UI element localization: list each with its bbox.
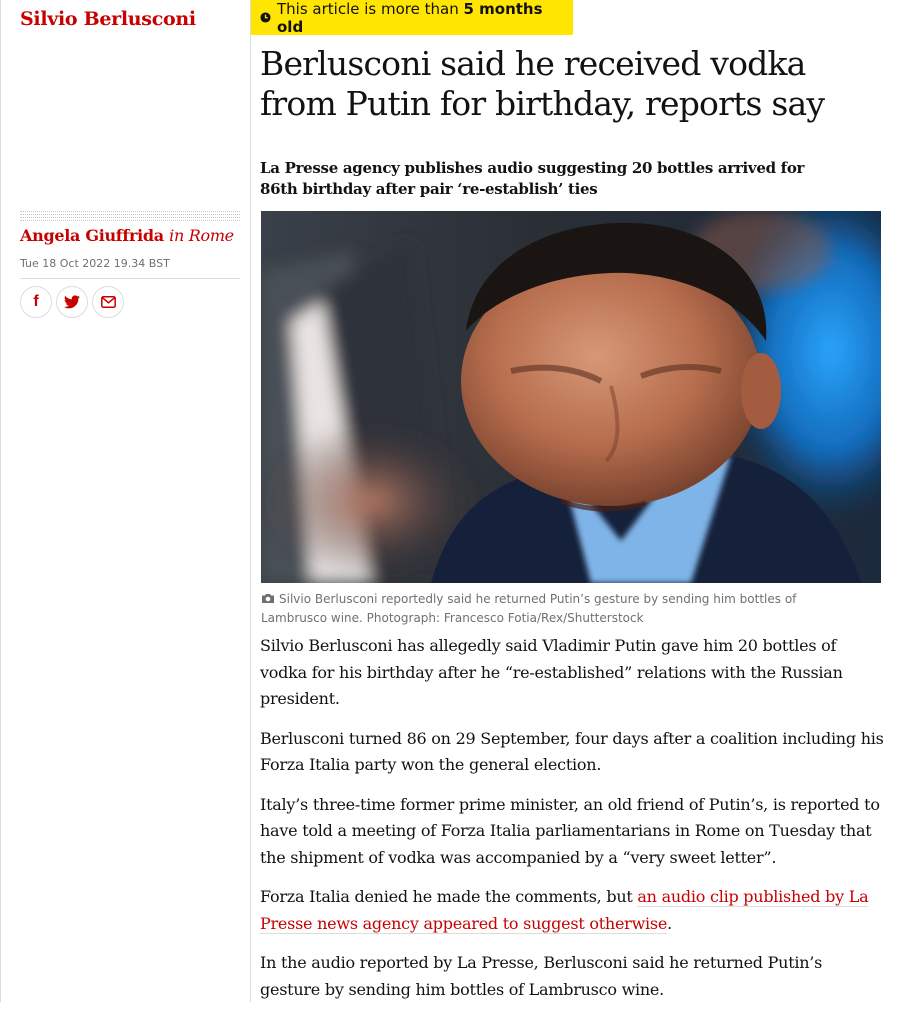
paragraph-1: Silvio Berlusconi has allegedly said Vla… [260, 636, 843, 708]
byline: Angela Giuffrida in Rome [20, 226, 234, 245]
section-label[interactable]: Silvio Berlusconi [20, 8, 196, 30]
facebook-icon: f [33, 293, 39, 310]
share-email-button[interactable] [92, 286, 124, 318]
paragraph-4-end: . [667, 913, 672, 933]
meta-rule [20, 220, 240, 221]
meta-rule [20, 211, 240, 212]
dateline: Tue 18 Oct 2022 19.34 BST [20, 257, 170, 270]
byline-location: in Rome [169, 226, 234, 245]
column-divider [250, 0, 251, 1002]
paragraph-2: Berlusconi turned 86 on 29 September, fo… [260, 728, 884, 775]
paragraph-4-text: Forza Italia denied he made the comments… [260, 887, 638, 906]
caption-text: Silvio Berlusconi reportedly said he ret… [261, 592, 797, 625]
paragraph-5: In the audio reported by La Presse, Berl… [260, 953, 823, 999]
article-age-warning: This article is more than 5 months old [251, 0, 573, 36]
age-warning-text: This article is more than 5 months old [277, 0, 573, 36]
camera-icon [261, 591, 275, 609]
headline: Berlusconi said he received vodka from P… [260, 44, 825, 123]
paragraph-3: Italy’s three-time former prime minister… [260, 794, 880, 867]
meta-rule [20, 214, 240, 215]
paragraph-4: Forza Italia denied he made the comments… [260, 884, 885, 937]
standfirst: La Presse agency publishes audio suggest… [260, 159, 805, 198]
email-icon [100, 296, 116, 308]
main-photo [261, 211, 881, 583]
meta-rule [20, 217, 240, 218]
clock-icon [260, 9, 271, 27]
share-facebook-button[interactable]: f [20, 286, 52, 318]
article-body: Silvio Berlusconi has allegedly said Vla… [260, 633, 885, 1016]
meta-divider [20, 278, 240, 279]
age-warning-prefix: This article is more than [277, 0, 459, 18]
share-twitter-button[interactable] [56, 286, 88, 318]
share-buttons: f [20, 286, 124, 318]
twitter-icon [64, 295, 80, 309]
photo-caption: Silvio Berlusconi reportedly said he ret… [261, 590, 861, 627]
page-left-border [0, 0, 1, 1002]
author-link[interactable]: Angela Giuffrida [20, 226, 164, 245]
